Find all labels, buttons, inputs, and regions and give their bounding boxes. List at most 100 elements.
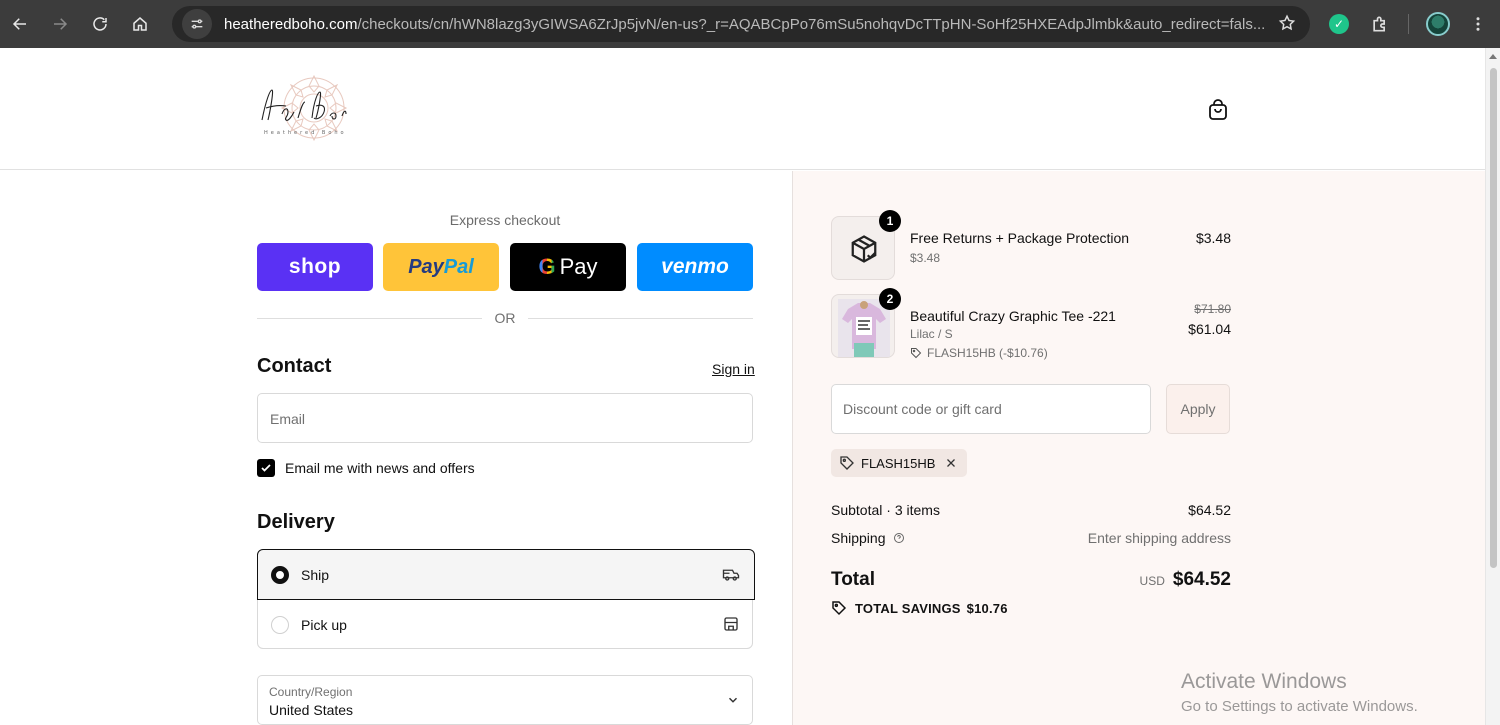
profile-button[interactable] [1426,12,1450,36]
google-pay-button[interactable]: G Pay [510,243,626,291]
arrow-left-icon [12,18,26,30]
google-g-icon: G [538,254,556,279]
home-button[interactable] [120,0,160,48]
watermark-line-1: Activate Windows [1181,670,1347,693]
scroll-up-arrow[interactable] [1489,54,1497,59]
windows-activation-watermark: Activate Windows Go to Settings to activ… [1181,670,1418,715]
url-path: /checkouts/cn/hWN8lazg3yGIWSA6ZrJp5jvN/e… [357,15,1266,33]
tag-icon [832,601,847,616]
store-logo[interactable]: Heathered Boho [254,68,374,150]
newsletter-checkbox[interactable] [257,459,275,477]
subtotal-label: Subtotal · 3 items [831,502,940,518]
apply-discount-button[interactable]: Apply [1166,384,1230,434]
venmo-button[interactable]: venmo [637,243,753,291]
tag-icon [911,348,922,359]
grammar-extension-button[interactable]: ✓ [1327,12,1351,36]
grammar-extension-icon: ✓ [1329,14,1349,34]
pickup-label: Pick up [301,617,347,633]
scrollbar-thumb[interactable] [1490,68,1497,568]
extensions-button[interactable] [1368,12,1392,36]
ship-radio[interactable] [271,565,289,584]
more-vertical-icon [1476,17,1480,31]
newsletter-label: Email me with news and offers [285,460,475,476]
sign-in-link[interactable]: Sign in [712,361,755,377]
country-value: United States [269,702,354,718]
site-info-button[interactable] [182,9,212,39]
tune-icon [191,19,203,29]
cart-line-item: 1 Free Returns + Package Protection $3.4… [831,210,1231,282]
order-summary: 1 Free Returns + Package Protection $3.4… [792,171,1485,725]
truck-icon [722,569,740,581]
currency-code: USD [1139,574,1165,588]
country-select[interactable]: Country/Region United States [257,675,753,725]
item-price: $61.04 [1188,321,1231,337]
cart-icon[interactable] [1206,98,1230,122]
contact-title: Contact [257,355,332,377]
cart-line-item: 2 Beautiful Crazy Graphic Tee -221 Lilac… [831,288,1231,360]
close-icon[interactable] [945,457,957,469]
item-discount: FLASH15HB (-$10.76) [910,346,1048,360]
toolbar-divider [1408,14,1409,34]
item-variant: Lilac / S [910,327,953,341]
store-header: Heathered Boho [0,48,1485,170]
reload-button[interactable] [80,0,120,48]
shipping-row: Shipping Enter shipping address [831,530,1231,546]
address-bar[interactable]: heatheredboho.com/checkouts/cn/hWN8lazg3… [172,6,1310,42]
item-discount-text: FLASH15HB (-$10.76) [927,346,1048,360]
forward-button[interactable] [40,0,80,48]
total-label: Total [831,569,875,590]
help-circle-icon[interactable] [893,532,905,544]
newsletter-option[interactable]: Email me with news and offers [257,459,475,477]
discount-placeholder: Discount code or gift card [843,401,1002,417]
savings-label: TOTAL SAVINGS [855,600,961,616]
quantity-badge: 2 [879,288,901,310]
logo-text: Heathered Boho [264,130,347,136]
or-divider: OR [257,310,753,328]
arrow-right-icon [54,18,68,30]
tag-icon [840,456,854,470]
quantity-badge: 1 [879,210,901,232]
applied-code-text: FLASH15HB [861,455,936,471]
google-pay-label: Pay [559,254,598,279]
item-subprice: $3.48 [910,251,941,265]
delivery-title: Delivery [257,511,335,533]
url-host: heatheredboho.com [224,15,358,33]
tee-image [838,299,890,357]
ship-label: Ship [301,566,330,583]
star-icon [1278,14,1296,31]
back-button[interactable] [0,0,40,48]
paypal-button[interactable]: Pay Pal [383,243,499,291]
shipping-label: Shipping [831,530,886,546]
delivery-method-group: Ship Pick up [257,549,755,650]
checkmark-icon [261,464,271,472]
total-savings: TOTAL SAVINGS $10.76 [831,600,1008,616]
total-row: Total USD $64.52 [831,569,1231,593]
page-scrollbar[interactable] [1485,48,1500,725]
email-placeholder: Email [270,411,306,427]
bookmark-button[interactable] [1278,14,1296,37]
delivery-option-pickup[interactable]: Pick up [258,600,754,650]
chevron-down-icon [728,697,738,703]
browser-menu-button[interactable] [1466,12,1490,36]
delivery-option-ship[interactable]: Ship [257,549,755,600]
subtotal-row: Subtotal · 3 items $64.52 [831,502,1231,518]
or-line-right [528,318,753,319]
applied-discount-chip: FLASH15HB [831,449,968,477]
country-caption: Country/Region [269,685,353,699]
email-field[interactable]: Email [257,393,753,443]
item-original-price: $71.80 [1194,302,1231,316]
discount-code-input[interactable]: Discount code or gift card [831,384,1151,434]
shop-pay-button[interactable]: shop [257,243,373,291]
checkout-form: Express checkout shop Pay Pal G Pay venmo … [0,171,792,725]
savings-value: $10.76 [966,600,1008,616]
browser-toolbar: heatheredboho.com/checkouts/cn/hWN8lazg3… [0,0,1500,48]
profile-avatar [1426,12,1450,36]
pickup-radio[interactable] [271,616,289,634]
subtotal-value: $64.52 [1188,502,1231,518]
item-price: $3.48 [1195,230,1231,246]
package-check-icon [851,235,877,263]
shipping-value: Enter shipping address [1087,530,1231,546]
item-name: Free Returns + Package Protection [910,230,1130,246]
paypal-label-pal: Pal [443,255,474,278]
total-amount: USD $64.52 [1140,569,1231,591]
